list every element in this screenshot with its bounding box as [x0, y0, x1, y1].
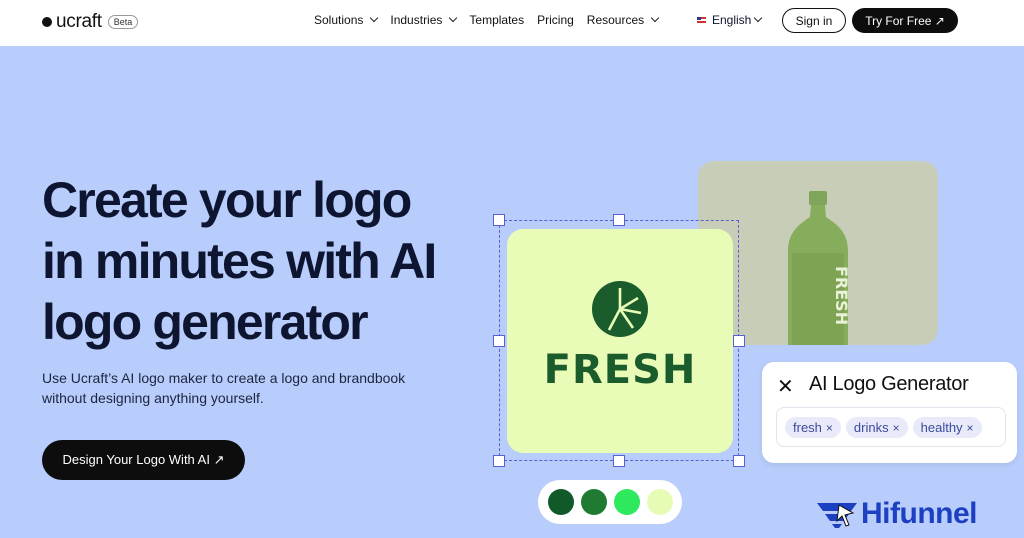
- tag-chip[interactable]: healthy ×: [912, 416, 982, 438]
- tag-chip[interactable]: fresh ×: [785, 416, 841, 438]
- keyword-tags[interactable]: fresh × drinks × healthy ×: [776, 407, 1006, 447]
- resize-handle-bottom-left[interactable]: [493, 455, 505, 467]
- nav-label: Solutions: [314, 13, 364, 27]
- chevron-down-icon: [449, 13, 458, 23]
- remove-tag-icon[interactable]: ×: [967, 421, 974, 435]
- beta-badge: Beta: [107, 15, 139, 29]
- language-selector[interactable]: English: [697, 13, 763, 27]
- remove-tag-icon[interactable]: ×: [826, 421, 833, 435]
- language-label: English: [712, 13, 752, 27]
- selection-frame: [499, 220, 739, 461]
- try-for-free-button[interactable]: Try For Free ↗: [852, 8, 958, 33]
- us-flag-icon: [697, 17, 706, 23]
- tag-label: healthy: [920, 419, 963, 435]
- remove-tag-icon[interactable]: ×: [893, 421, 900, 435]
- nav-label: Templates: [469, 13, 525, 27]
- nav-resources[interactable]: Resources: [586, 13, 660, 27]
- ai-panel-title: AI Logo Generator: [809, 373, 969, 395]
- resize-handle-top[interactable]: [613, 214, 625, 226]
- hero-title: Create your logo in minutes with AI logo…: [42, 170, 482, 353]
- logo-dot-icon: [42, 17, 52, 27]
- close-icon[interactable]: ✕: [777, 374, 794, 399]
- ucraft-logo[interactable]: ucraft Beta: [42, 11, 139, 33]
- hero-title-line: logo generator: [42, 294, 369, 350]
- resize-handle-top-left[interactable]: [493, 214, 505, 226]
- color-swatch[interactable]: [548, 489, 574, 515]
- color-swatch[interactable]: [647, 489, 673, 515]
- hero-title-line: in minutes with AI: [42, 233, 437, 289]
- tag-label: drinks: [853, 419, 889, 435]
- tag-label: fresh: [793, 419, 822, 435]
- nav-label: Pricing: [537, 13, 574, 27]
- resize-handle-right[interactable]: [733, 335, 745, 347]
- nav-industries[interactable]: Industries: [390, 13, 458, 27]
- resize-handle-bottom[interactable]: [613, 455, 625, 467]
- nav-solutions[interactable]: Solutions: [314, 13, 379, 27]
- bottle-label: FRESH: [832, 266, 851, 325]
- bottle-image: FRESH: [788, 191, 851, 345]
- sign-in-button[interactable]: Sign in: [782, 8, 846, 33]
- chevron-down-icon: [650, 13, 660, 23]
- hero-title-line: Create your logo: [42, 172, 412, 228]
- resize-handle-bottom-right[interactable]: [733, 455, 745, 467]
- funnel-logo-icon: [817, 503, 857, 528]
- tag-chip[interactable]: drinks ×: [845, 416, 908, 438]
- nav-templates[interactable]: Templates: [469, 13, 524, 27]
- chevron-down-icon: [754, 13, 763, 23]
- chevron-down-icon: [370, 13, 379, 23]
- main-nav: Solutions Industries Templates Pricing R…: [314, 13, 671, 27]
- ai-logo-generator-panel: ✕ AI Logo Generator fresh × drinks × healt…: [762, 362, 1017, 463]
- top-navbar: ucraft Beta Solutions Industries Templat…: [0, 0, 1024, 46]
- hero-subtitle-line: without designing anything yourself.: [42, 390, 264, 406]
- nav-label: Industries: [390, 13, 443, 27]
- watermark-text: Hifunnel: [861, 497, 978, 530]
- nav-label: Resources: [586, 13, 645, 27]
- hero-subtitle-line: Use Ucraft’s AI logo maker to create a l…: [42, 370, 406, 386]
- nav-pricing[interactable]: Pricing: [537, 13, 574, 27]
- resize-handle-left[interactable]: [493, 335, 505, 347]
- color-swatch[interactable]: [614, 489, 640, 515]
- hifunnel-watermark: Hifunnel: [815, 497, 978, 531]
- hero-subtitle: Use Ucraft’s AI logo maker to create a l…: [42, 368, 462, 408]
- color-swatch[interactable]: [581, 489, 607, 515]
- color-palette: [538, 480, 682, 524]
- design-logo-cta-button[interactable]: Design Your Logo With AI ↗: [42, 440, 245, 480]
- brand-name: ucraft: [56, 11, 102, 32]
